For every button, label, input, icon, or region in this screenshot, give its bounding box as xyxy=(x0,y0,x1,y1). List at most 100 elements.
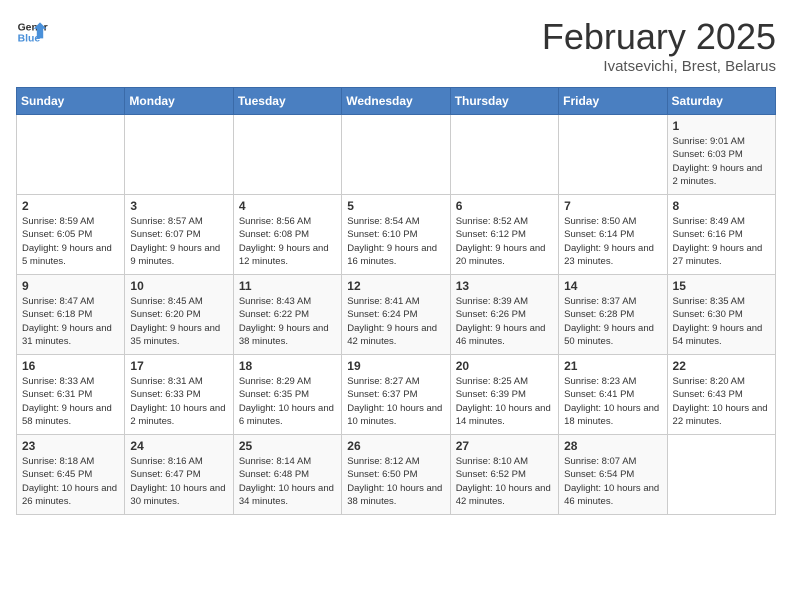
header-day: Monday xyxy=(125,88,233,115)
day-info: Sunrise: 8:47 AM Sunset: 6:18 PM Dayligh… xyxy=(22,295,119,348)
header-day: Tuesday xyxy=(233,88,341,115)
day-info: Sunrise: 8:57 AM Sunset: 6:07 PM Dayligh… xyxy=(130,215,227,268)
calendar-cell: 19 Sunrise: 8:27 AM Sunset: 6:37 PM Dayli… xyxy=(342,355,450,435)
day-number: 3 xyxy=(130,199,227,213)
day-info: Sunrise: 8:27 AM Sunset: 6:37 PM Dayligh… xyxy=(347,375,444,428)
calendar-cell xyxy=(667,435,775,515)
day-number: 19 xyxy=(347,359,444,373)
header-day: Saturday xyxy=(667,88,775,115)
day-number: 5 xyxy=(347,199,444,213)
calendar-week: 1 Sunrise: 9:01 AM Sunset: 6:03 PM Daylig… xyxy=(17,115,776,195)
calendar-cell: 27Sunrise: 8:10 AM Sunset: 6:52 PM Dayli… xyxy=(450,435,558,515)
calendar-cell: 15 Sunrise: 8:35 AM Sunset: 6:30 PM Dayli… xyxy=(667,275,775,355)
day-info: Sunrise: 8:41 AM Sunset: 6:24 PM Dayligh… xyxy=(347,295,444,348)
header-day: Sunday xyxy=(17,88,125,115)
calendar-cell: 5 Sunrise: 8:54 AM Sunset: 6:10 PM Daylig… xyxy=(342,195,450,275)
calendar-cell: 7Sunrise: 8:50 AM Sunset: 6:14 PM Daylig… xyxy=(559,195,667,275)
day-info: Sunrise: 8:14 AM Sunset: 6:48 PM Dayligh… xyxy=(239,455,336,508)
day-info: Sunrise: 8:20 AM Sunset: 6:43 PM Dayligh… xyxy=(673,375,770,428)
day-number: 15 xyxy=(673,279,770,293)
day-info: Sunrise: 8:18 AM Sunset: 6:45 PM Dayligh… xyxy=(22,455,119,508)
calendar-cell: 20 Sunrise: 8:25 AM Sunset: 6:39 PM Dayli… xyxy=(450,355,558,435)
calendar-cell: 17 Sunrise: 8:31 AM Sunset: 6:33 PM Dayli… xyxy=(125,355,233,435)
day-info: Sunrise: 8:37 AM Sunset: 6:28 PM Dayligh… xyxy=(564,295,661,348)
calendar-cell xyxy=(342,115,450,195)
day-info: Sunrise: 8:59 AM Sunset: 6:05 PM Dayligh… xyxy=(22,215,119,268)
day-number: 24 xyxy=(130,439,227,453)
day-number: 16 xyxy=(22,359,119,373)
day-number: 14 xyxy=(564,279,661,293)
calendar-cell: 2Sunrise: 8:59 AM Sunset: 6:05 PM Daylig… xyxy=(17,195,125,275)
calendar-cell xyxy=(233,115,341,195)
day-info: Sunrise: 8:31 AM Sunset: 6:33 PM Dayligh… xyxy=(130,375,227,428)
calendar-table: SundayMondayTuesdayWednesdayThursdayFrid… xyxy=(16,87,776,515)
day-number: 11 xyxy=(239,279,336,293)
day-info: Sunrise: 8:16 AM Sunset: 6:47 PM Dayligh… xyxy=(130,455,227,508)
day-info: Sunrise: 8:54 AM Sunset: 6:10 PM Dayligh… xyxy=(347,215,444,268)
calendar-cell: 21Sunrise: 8:23 AM Sunset: 6:41 PM Dayli… xyxy=(559,355,667,435)
calendar-cell: 14 Sunrise: 8:37 AM Sunset: 6:28 PM Dayli… xyxy=(559,275,667,355)
calendar-cell: 10 Sunrise: 8:45 AM Sunset: 6:20 PM Dayli… xyxy=(125,275,233,355)
calendar-cell: 12 Sunrise: 8:41 AM Sunset: 6:24 PM Dayli… xyxy=(342,275,450,355)
header-day: Thursday xyxy=(450,88,558,115)
calendar-cell: 6 Sunrise: 8:52 AM Sunset: 6:12 PM Daylig… xyxy=(450,195,558,275)
day-info: Sunrise: 9:01 AM Sunset: 6:03 PM Dayligh… xyxy=(673,135,770,188)
day-number: 26 xyxy=(347,439,444,453)
calendar-cell xyxy=(17,115,125,195)
calendar-week: 9 Sunrise: 8:47 AM Sunset: 6:18 PM Daylig… xyxy=(17,275,776,355)
day-info: Sunrise: 8:43 AM Sunset: 6:22 PM Dayligh… xyxy=(239,295,336,348)
calendar-cell: 11 Sunrise: 8:43 AM Sunset: 6:22 PM Dayli… xyxy=(233,275,341,355)
calendar-cell: 26Sunrise: 8:12 AM Sunset: 6:50 PM Dayli… xyxy=(342,435,450,515)
title-block: February 2025 Ivatsevichi, Brest, Belaru… xyxy=(542,16,776,75)
header-day: Friday xyxy=(559,88,667,115)
calendar-cell: 28 Sunrise: 8:07 AM Sunset: 6:54 PM Dayli… xyxy=(559,435,667,515)
calendar-cell: 24 Sunrise: 8:16 AM Sunset: 6:47 PM Dayli… xyxy=(125,435,233,515)
day-number: 10 xyxy=(130,279,227,293)
day-info: Sunrise: 8:52 AM Sunset: 6:12 PM Dayligh… xyxy=(456,215,553,268)
day-info: Sunrise: 8:39 AM Sunset: 6:26 PM Dayligh… xyxy=(456,295,553,348)
header-day: Wednesday xyxy=(342,88,450,115)
day-number: 22 xyxy=(673,359,770,373)
day-number: 8 xyxy=(673,199,770,213)
day-number: 28 xyxy=(564,439,661,453)
calendar-cell: 1 Sunrise: 9:01 AM Sunset: 6:03 PM Daylig… xyxy=(667,115,775,195)
day-number: 18 xyxy=(239,359,336,373)
day-info: Sunrise: 8:35 AM Sunset: 6:30 PM Dayligh… xyxy=(673,295,770,348)
day-number: 12 xyxy=(347,279,444,293)
day-number: 6 xyxy=(456,199,553,213)
calendar-cell: 9 Sunrise: 8:47 AM Sunset: 6:18 PM Daylig… xyxy=(17,275,125,355)
day-info: Sunrise: 8:25 AM Sunset: 6:39 PM Dayligh… xyxy=(456,375,553,428)
day-info: Sunrise: 8:29 AM Sunset: 6:35 PM Dayligh… xyxy=(239,375,336,428)
calendar-cell: 23 Sunrise: 8:18 AM Sunset: 6:45 PM Dayli… xyxy=(17,435,125,515)
day-number: 4 xyxy=(239,199,336,213)
calendar-cell xyxy=(450,115,558,195)
day-number: 23 xyxy=(22,439,119,453)
day-info: Sunrise: 8:07 AM Sunset: 6:54 PM Dayligh… xyxy=(564,455,661,508)
calendar-cell: 8Sunrise: 8:49 AM Sunset: 6:16 PM Daylig… xyxy=(667,195,775,275)
calendar-week: 16 Sunrise: 8:33 AM Sunset: 6:31 PM Dayli… xyxy=(17,355,776,435)
calendar-cell xyxy=(559,115,667,195)
day-info: Sunrise: 8:23 AM Sunset: 6:41 PM Dayligh… xyxy=(564,375,661,428)
calendar-cell: 16 Sunrise: 8:33 AM Sunset: 6:31 PM Dayli… xyxy=(17,355,125,435)
day-number: 25 xyxy=(239,439,336,453)
page-header: General Blue February 2025 Ivatsevichi, … xyxy=(16,16,776,75)
day-number: 1 xyxy=(673,119,770,133)
calendar-cell: 3 Sunrise: 8:57 AM Sunset: 6:07 PM Daylig… xyxy=(125,195,233,275)
location-subtitle: Ivatsevichi, Brest, Belarus xyxy=(542,58,776,75)
day-number: 20 xyxy=(456,359,553,373)
calendar-cell: 22 Sunrise: 8:20 AM Sunset: 6:43 PM Dayli… xyxy=(667,355,775,435)
day-number: 9 xyxy=(22,279,119,293)
day-info: Sunrise: 8:45 AM Sunset: 6:20 PM Dayligh… xyxy=(130,295,227,348)
calendar-week: 2Sunrise: 8:59 AM Sunset: 6:05 PM Daylig… xyxy=(17,195,776,275)
calendar-cell: 13 Sunrise: 8:39 AM Sunset: 6:26 PM Dayli… xyxy=(450,275,558,355)
header-row: SundayMondayTuesdayWednesdayThursdayFrid… xyxy=(17,88,776,115)
day-number: 17 xyxy=(130,359,227,373)
day-number: 13 xyxy=(456,279,553,293)
calendar-cell: 25 Sunrise: 8:14 AM Sunset: 6:48 PM Dayli… xyxy=(233,435,341,515)
logo: General Blue xyxy=(16,16,48,48)
calendar-cell: 4Sunrise: 8:56 AM Sunset: 6:08 PM Daylig… xyxy=(233,195,341,275)
calendar-week: 23 Sunrise: 8:18 AM Sunset: 6:45 PM Dayli… xyxy=(17,435,776,515)
day-info: Sunrise: 8:33 AM Sunset: 6:31 PM Dayligh… xyxy=(22,375,119,428)
calendar-cell: 18 Sunrise: 8:29 AM Sunset: 6:35 PM Dayli… xyxy=(233,355,341,435)
logo-icon: General Blue xyxy=(16,16,48,48)
